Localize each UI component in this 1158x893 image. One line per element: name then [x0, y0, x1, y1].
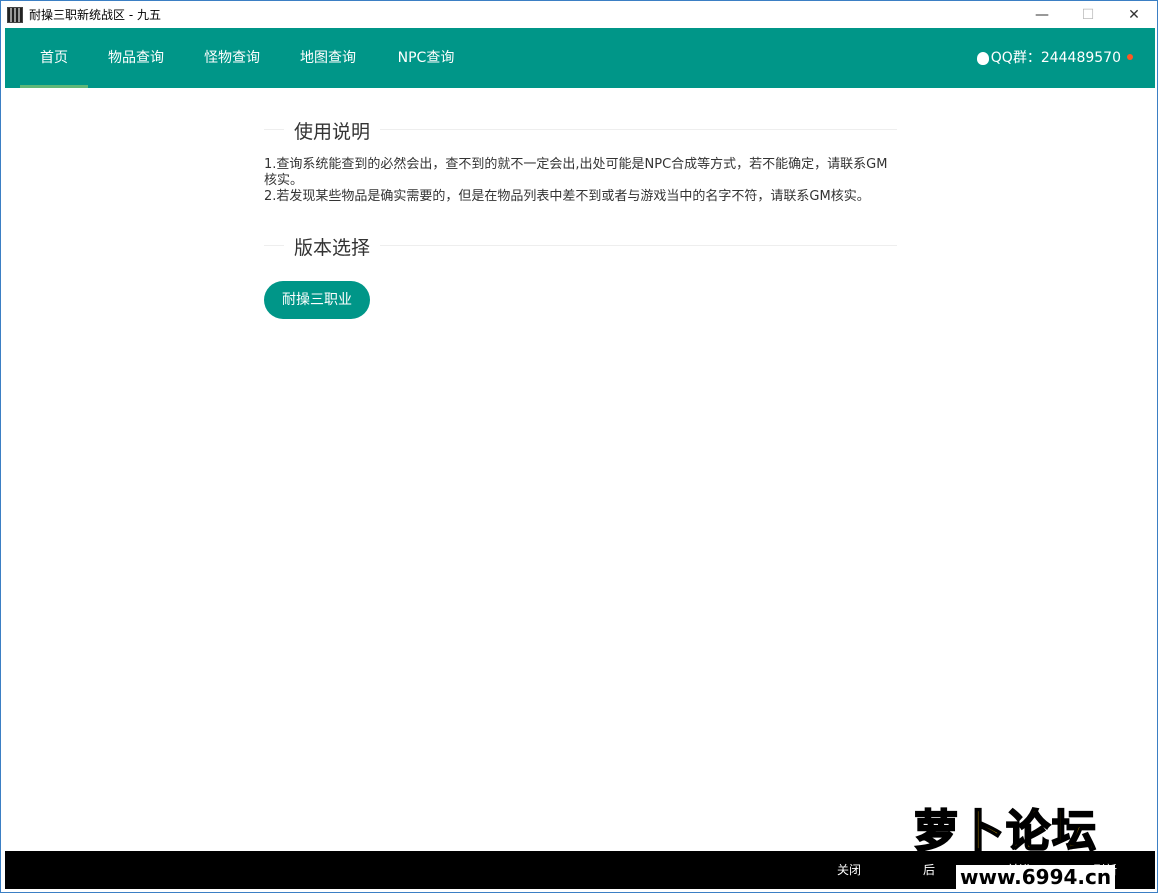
nav-npc-query[interactable]: NPC查询: [384, 28, 468, 88]
usage-line-2: 2.若发现某些物品是确实需要的，但是在物品列表中差不到或者与游戏当中的名字不符，…: [264, 189, 870, 204]
nav-home[interactable]: 首页: [20, 28, 88, 88]
nav-map-query[interactable]: 地图查询: [288, 28, 368, 88]
minimize-button[interactable]: —: [1019, 1, 1065, 28]
qq-icon: [976, 51, 989, 65]
version-section-title: 版本选择: [264, 227, 897, 263]
version-button[interactable]: 耐操三职业: [264, 281, 370, 319]
close-window-button[interactable]: ✕: [1111, 1, 1157, 28]
close-button[interactable]: 关闭: [837, 851, 861, 889]
nav-monster-query[interactable]: 怪物查询: [192, 28, 272, 88]
watermark-title: 萝卜论坛: [913, 805, 1098, 858]
watermark-logo: 萝卜论坛 www.6994.cn: [906, 791, 1146, 891]
watermark-url: www.6994.cn: [956, 865, 1116, 889]
qq-group[interactable]: QQ群：244489570: [976, 28, 1121, 88]
app-icon: [7, 6, 23, 23]
app-window: 耐操三职新统战区 - 九五 — ☐ ✕ 首页 物品查询 怪物查询 地图查询 NP…: [0, 0, 1158, 893]
window-title: 耐操三职新统战区 - 九五: [29, 8, 161, 22]
version-heading: 版本选择: [284, 233, 381, 260]
usage-line-1: 1.查询系统能查到的必然会出，查不到的就不一定会出,出处可能是NPC合成等方式，…: [264, 157, 888, 188]
usage-notes: 1.查询系统能查到的必然会出，查不到的就不一定会出,出处可能是NPC合成等方式，…: [264, 157, 897, 205]
title-bar: 耐操三职新统战区 - 九五 — ☐ ✕: [1, 1, 1157, 28]
maximize-button[interactable]: ☐: [1065, 1, 1111, 28]
usage-section-title: 使用说明: [264, 111, 897, 147]
nav-item-query[interactable]: 物品查询: [96, 28, 176, 88]
usage-heading: 使用说明: [284, 117, 381, 144]
top-navbar: 首页 物品查询 怪物查询 地图查询 NPC查询 QQ群：244489570: [5, 28, 1155, 88]
main-content: 使用说明 1.查询系统能查到的必然会出，查不到的就不一定会出,出处可能是NPC合…: [264, 111, 897, 319]
window-controls: — ☐ ✕: [1019, 1, 1157, 28]
qq-group-label: QQ群：244489570: [990, 50, 1121, 66]
notification-dot: [1127, 54, 1133, 60]
